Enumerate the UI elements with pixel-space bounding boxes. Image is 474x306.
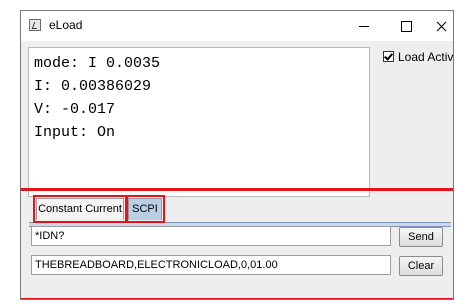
readout-mode: mode: I 0.0035 (34, 55, 161, 72)
eload-window: eLoad mode: I 0.0035 I: 0.00386029 V: -0… (20, 10, 454, 300)
minimize-button[interactable] (341, 11, 387, 41)
load-active-checkbox[interactable] (383, 51, 394, 62)
measurement-readout: mode: I 0.0035 I: 0.00386029 V: -0.017 I… (28, 47, 370, 197)
close-button[interactable] (421, 11, 453, 41)
highlight-box-tab-scpi (125, 195, 165, 223)
readout-input: Input: On (34, 124, 116, 141)
app-icon (29, 19, 41, 31)
window-title: eLoad (49, 18, 83, 32)
readout-current: I: 0.00386029 (34, 78, 152, 95)
readout-voltage: V: -0.017 (34, 101, 116, 118)
title-bar[interactable]: eLoad (21, 11, 453, 41)
load-active-label: Load Active (398, 50, 454, 64)
highlight-box-tab-constant-current (33, 195, 128, 223)
